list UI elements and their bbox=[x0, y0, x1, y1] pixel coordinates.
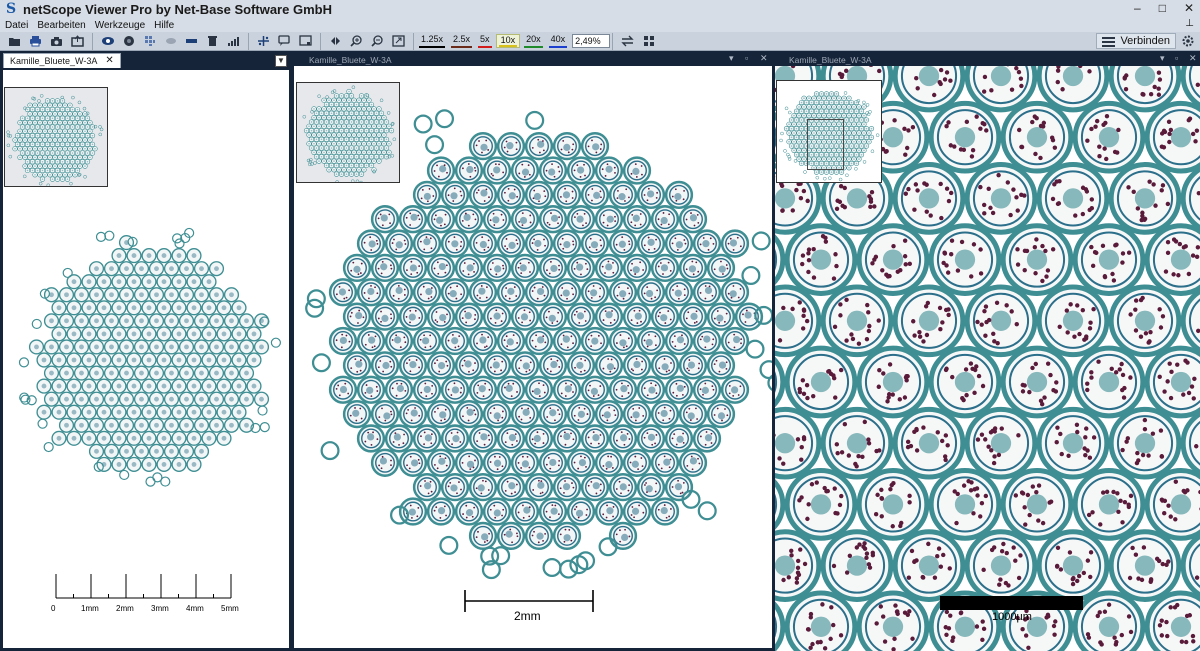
zoom-20x-button[interactable]: 20x bbox=[522, 34, 545, 48]
left-scale-label-2: 2mm bbox=[116, 604, 134, 613]
eye-icon[interactable] bbox=[99, 34, 116, 49]
viewport-indicator[interactable] bbox=[807, 119, 844, 170]
left-overview-thumbnail[interactable] bbox=[4, 87, 108, 187]
circle-icon[interactable] bbox=[120, 34, 137, 49]
tab-dropdown-icon[interactable]: ▼ bbox=[275, 55, 287, 67]
window-controls: – □ ✕ bbox=[1134, 1, 1194, 15]
move-icon[interactable] bbox=[255, 34, 272, 49]
toolbar: 1.25x 2.5x 5x 10x 20x 40x 2,49% bbox=[0, 32, 1200, 51]
zoom-40x-bar bbox=[548, 46, 568, 48]
layout-tools bbox=[613, 33, 663, 50]
left-scale-label-5: 5mm bbox=[221, 604, 239, 613]
zoom-1-25x-button[interactable]: 1.25x bbox=[417, 34, 447, 48]
zoom-20x-label: 20x bbox=[526, 34, 541, 44]
connect-button[interactable]: Verbinden bbox=[1096, 33, 1176, 49]
settings-icon[interactable] bbox=[1180, 33, 1196, 49]
middle-scale-label: 2mm bbox=[514, 609, 541, 623]
zoom-10x-button[interactable]: 10x bbox=[495, 34, 521, 48]
close-icon[interactable]: ✕ bbox=[105, 55, 113, 66]
middle-panel-title: Kamille_Bluete_W-3A bbox=[309, 55, 392, 65]
zoom-5x-button[interactable]: 5x bbox=[476, 34, 494, 48]
right-viewer[interactable]: 1000µm bbox=[775, 66, 1200, 651]
zoom-5x-bar bbox=[478, 46, 492, 48]
export-icon[interactable] bbox=[69, 34, 86, 49]
left-viewer[interactable]: 0 1mm 2mm 3mm 4mm 5mm bbox=[3, 70, 289, 648]
annotation-tools bbox=[249, 32, 321, 50]
left-panel-tab-label: Kamille_Bluete_W-3A bbox=[10, 55, 98, 66]
zoom-2-5x-button[interactable]: 2.5x bbox=[449, 34, 474, 48]
close-button[interactable]: ✕ bbox=[1184, 1, 1194, 15]
app-logo-icon: S bbox=[5, 1, 17, 17]
folder-icon[interactable] bbox=[6, 34, 23, 49]
left-scale-label-4: 4mm bbox=[186, 604, 204, 613]
left-scale-ruler bbox=[55, 574, 232, 599]
zoom-1-25x-label: 1.25x bbox=[421, 34, 444, 44]
layout-icon[interactable] bbox=[640, 34, 657, 49]
zoom-in-icon[interactable] bbox=[348, 34, 365, 49]
zoom-40x-label: 40x bbox=[550, 34, 566, 44]
right-overview-thumbnail[interactable] bbox=[776, 80, 882, 183]
navigation-tools bbox=[321, 32, 414, 50]
right-panel-title: Kamille_Bluete_W-3A bbox=[789, 55, 872, 65]
middle-viewer[interactable]: 2mm bbox=[294, 66, 772, 648]
left-panel-tab[interactable]: Kamille_Bluete_W-3A ✕ bbox=[3, 52, 121, 68]
right-scale-bar bbox=[940, 596, 1083, 610]
zoom-2-5x-label: 2.5x bbox=[453, 34, 471, 44]
pin-icon[interactable]: ⊥ bbox=[1185, 18, 1194, 29]
print-icon[interactable] bbox=[27, 34, 44, 49]
minimize-button[interactable]: – bbox=[1134, 1, 1141, 15]
zoom-1-25x-bar bbox=[419, 46, 446, 48]
zoom-levels: 1.25x 2.5x 5x 10x 20x 40x 2,49% bbox=[414, 32, 614, 50]
rotate-icon[interactable] bbox=[327, 34, 344, 49]
zoom-10x-label: 10x bbox=[500, 35, 516, 45]
chart-icon[interactable] bbox=[225, 34, 242, 49]
left-thumbnail-image bbox=[6, 94, 104, 186]
menu-datei[interactable]: Datei bbox=[5, 20, 28, 31]
connect-label: Verbinden bbox=[1120, 35, 1170, 47]
zoom-value-field[interactable]: 2,49% bbox=[572, 34, 611, 48]
zoom-20x-bar bbox=[524, 46, 543, 48]
right-panel-menu-icon[interactable]: ▾ bbox=[1160, 53, 1165, 64]
middle-overview-thumbnail[interactable] bbox=[296, 82, 400, 183]
maximize-button[interactable]: □ bbox=[1159, 1, 1166, 15]
zoom-2-5x-bar bbox=[451, 46, 473, 48]
app-title: netScope Viewer Pro by Net-Base Software… bbox=[23, 1, 332, 17]
right-panel-close-icon[interactable]: ✕ bbox=[1189, 53, 1197, 64]
menu-werkzeuge[interactable]: Werkzeuge bbox=[95, 20, 145, 31]
left-scale-label-3: 3mm bbox=[151, 604, 169, 613]
middle-thumbnail-image bbox=[302, 85, 397, 182]
annotate-icon[interactable] bbox=[276, 34, 293, 49]
view-tools bbox=[93, 32, 249, 50]
right-panel-float-icon[interactable]: ▫ bbox=[1175, 53, 1178, 63]
connect-icon bbox=[1102, 36, 1116, 47]
middle-panel-float-icon[interactable]: ▫ bbox=[745, 53, 748, 63]
swap-icon[interactable] bbox=[619, 34, 636, 49]
right-scale-label: 1000µm bbox=[992, 611, 1032, 623]
grid-icon[interactable] bbox=[141, 34, 158, 49]
zoom-5x-label: 5x bbox=[480, 34, 490, 44]
left-panel-tabbar: Kamille_Bluete_W-3A ✕ bbox=[3, 52, 289, 68]
zoom-40x-button[interactable]: 40x bbox=[547, 34, 570, 48]
menu-bar: Datei Bearbeiten Werkzeuge Hilfe bbox=[0, 18, 1200, 32]
file-tools bbox=[0, 32, 93, 50]
zoom-10x-bar bbox=[498, 45, 518, 47]
camera-icon[interactable] bbox=[48, 34, 65, 49]
middle-panel-close-icon[interactable]: ✕ bbox=[760, 53, 768, 64]
left-scale-label-1: 1mm bbox=[81, 604, 99, 613]
crop-icon[interactable] bbox=[297, 34, 314, 49]
title-bar: S netScope Viewer Pro by Net-Base Softwa… bbox=[0, 0, 1200, 18]
layers-icon[interactable] bbox=[162, 34, 179, 49]
bar-icon[interactable] bbox=[183, 34, 200, 49]
left-scale-label-0: 0 bbox=[51, 604, 56, 613]
middle-panel-menu-icon[interactable]: ▾ bbox=[729, 53, 734, 64]
zoom-out-icon[interactable] bbox=[369, 34, 386, 49]
trash-icon[interactable] bbox=[204, 34, 221, 49]
fit-icon[interactable] bbox=[390, 34, 407, 49]
menu-hilfe[interactable]: Hilfe bbox=[154, 20, 174, 31]
menu-bearbeiten[interactable]: Bearbeiten bbox=[37, 20, 85, 31]
